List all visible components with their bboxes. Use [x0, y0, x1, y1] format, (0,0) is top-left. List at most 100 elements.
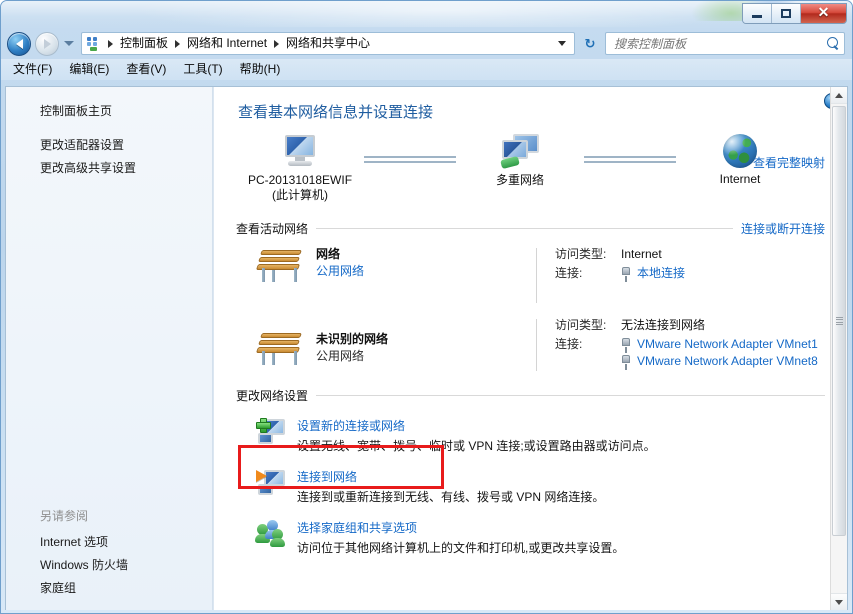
connection-name[interactable]: 本地连接 [637, 265, 685, 282]
active-networks-header: 查看活动网络 连接或断开连接 [236, 220, 825, 237]
breadcrumb-item-2[interactable]: 网络和共享中心 [283, 35, 373, 52]
recent-pages-dropdown-icon[interactable] [64, 41, 74, 46]
sidebar-item-change-advanced-sharing[interactable]: 更改高级共享设置 [6, 157, 213, 180]
connection-item[interactable]: VMware Network Adapter VMnet8 [621, 353, 818, 370]
content-area: 控制面板主页 更改适配器设置 更改高级共享设置 另请参阅 Internet 选项… [5, 86, 848, 610]
network-location-type[interactable]: 公用网络 [316, 347, 388, 365]
back-button[interactable] [7, 31, 31, 56]
computer-name-label: PC-20131018EWIF [247, 173, 353, 187]
setting-item-connect-to-network[interactable]: 连接到网络 连接到或重新连接到无线、有线、拨号或 VPN 网络连接。 [236, 456, 825, 507]
close-button[interactable]: ✕ [801, 4, 846, 23]
menu-tools[interactable]: 工具(T) [183, 59, 222, 80]
multiple-networks-icon [499, 133, 541, 170]
connection-name[interactable]: VMware Network Adapter VMnet1 [637, 336, 818, 353]
menu-view[interactable]: 查看(V) [126, 59, 166, 80]
public-network-bench-icon [252, 329, 304, 369]
connection-item[interactable]: VMware Network Adapter VMnet1 [621, 336, 818, 353]
internet-label: Internet [719, 172, 761, 186]
explorer-window: ✕ 控制面板 网络和 Internet 网络和共享中心 ↻ 搜索控制面板 文件(… [0, 0, 853, 614]
menu-edit[interactable]: 编辑(E) [69, 59, 109, 80]
close-icon: ✕ [817, 5, 830, 21]
setting-description: 访问位于其他网络计算机上的文件和打印机,或更改共享设置。 [297, 541, 625, 555]
setting-item-homegroup[interactable]: 选择家庭组和共享选项 访问位于其他网络计算机上的文件和打印机,或更改共享设置。 [236, 507, 825, 558]
breadcrumb-separator-icon [175, 39, 181, 48]
see-also-heading: 另请参阅 [40, 509, 89, 523]
sidebar-item-change-adapter-settings[interactable]: 更改适配器设置 [6, 134, 213, 157]
sidebar-item-internet-options[interactable]: Internet 选项 [6, 531, 212, 554]
search-input[interactable] [614, 36, 823, 51]
new-connection-icon [256, 418, 286, 446]
breadcrumb-item-0[interactable]: 控制面板 [117, 35, 171, 52]
header-rule [316, 395, 825, 396]
public-network-bench-icon [252, 246, 304, 286]
access-type-label: 访问类型: [555, 318, 607, 332]
network-details: 访问类型: 无法连接到网络 连接: VMware Network Adapter… [555, 317, 825, 373]
sidebar-item-windows-firewall[interactable]: Windows 防火墙 [6, 554, 212, 577]
connections-row: 连接: VMware Network Adapter VMnet1 VMware… [555, 336, 825, 370]
setting-description: 连接到或重新连接到无线、有线、拨号或 VPN 网络连接。 [297, 490, 605, 504]
main-content: ? 查看基本网络信息并设置连接 PC-20131018EWIF (此计算机) [214, 87, 847, 558]
computer-sublabel: (此计算机) [272, 188, 328, 202]
row-divider [536, 248, 537, 303]
setting-title[interactable]: 选择家庭组和共享选项 [297, 520, 624, 537]
network-map-node-multiple-networks[interactable]: 多重网络 [456, 133, 584, 188]
search-box[interactable] [605, 32, 845, 55]
arrow-left-icon [15, 38, 23, 49]
view-full-map-link[interactable]: 查看完整映射 [753, 154, 825, 171]
active-network-row: 未识别的网络 公用网络 访问类型: 无法连接到网络 连接: VMware Net… [236, 305, 825, 373]
chevron-down-icon [835, 599, 843, 605]
connect-network-icon [256, 469, 286, 497]
scroll-up-button[interactable] [831, 87, 847, 104]
setting-item-new-connection[interactable]: 设置新的连接或网络 设置无线、宽带、拨号、临时或 VPN 连接;或设置路由器或访… [236, 410, 825, 456]
setting-title[interactable]: 连接到网络 [297, 469, 604, 486]
row-divider [536, 319, 537, 371]
control-panel-icon [86, 36, 102, 51]
forward-button[interactable] [35, 31, 59, 56]
network-details: 访问类型: Internet 连接: 本地连接 [555, 246, 825, 305]
connection-item[interactable]: 本地连接 [621, 265, 685, 282]
sidebar-item-control-panel-home[interactable]: 控制面板主页 [6, 100, 213, 123]
scrollbar-grip-icon [835, 315, 843, 327]
menu-help[interactable]: 帮助(H) [240, 59, 281, 80]
breadcrumb-item-1[interactable]: 网络和 Internet [184, 35, 270, 52]
access-type-value: 无法连接到网络 [621, 318, 706, 332]
network-name: 未识别的网络 [316, 332, 389, 346]
main-panel: ? 查看基本网络信息并设置连接 PC-20131018EWIF (此计算机) [214, 87, 847, 610]
computer-icon [280, 133, 320, 169]
scrollbar-thumb[interactable] [832, 106, 846, 536]
scrollbar-track[interactable] [831, 104, 847, 593]
connections-label: 连接: [555, 266, 583, 280]
connections-list: VMware Network Adapter VMnet1 VMware Net… [621, 336, 818, 370]
address-bar[interactable]: 控制面板 网络和 Internet 网络和共享中心 [81, 32, 575, 55]
maximize-button[interactable] [772, 4, 801, 23]
title-bar: ✕ [1, 1, 852, 28]
connection-name[interactable]: VMware Network Adapter VMnet8 [637, 353, 818, 370]
network-plug-icon [621, 267, 631, 282]
access-type-row: 访问类型: 无法连接到网络 [555, 317, 825, 334]
active-networks-title: 查看活动网络 [236, 222, 309, 236]
address-bar-row: 控制面板 网络和 Internet 网络和共享中心 ↻ [1, 28, 852, 59]
minimize-button[interactable] [743, 4, 772, 23]
menu-file[interactable]: 文件(F) [13, 59, 52, 80]
access-type-label: 访问类型: [555, 247, 607, 261]
setting-text: 设置新的连接或网络 设置无线、宽带、拨号、临时或 VPN 连接;或设置路由器或访… [297, 418, 656, 456]
scroll-down-button[interactable] [831, 593, 847, 610]
network-map-node-computer[interactable]: PC-20131018EWIF (此计算机) [236, 133, 364, 203]
setting-title[interactable]: 设置新的连接或网络 [297, 418, 656, 435]
connect-or-disconnect-link[interactable]: 连接或断开连接 [741, 220, 825, 237]
multiple-networks-label: 多重网络 [495, 173, 544, 187]
network-identity-text: 未识别的网络 公用网络 [316, 331, 388, 365]
vertical-scrollbar[interactable] [830, 87, 847, 610]
setting-description: 设置无线、宽带、拨号、临时或 VPN 连接;或设置路由器或访问点。 [297, 439, 656, 453]
header-rule [316, 228, 733, 229]
network-location-type[interactable]: 公用网络 [316, 262, 364, 280]
window-controls: ✕ [742, 3, 847, 24]
refresh-button[interactable]: ↻ [579, 32, 601, 55]
menu-bar: 文件(F) 编辑(E) 查看(V) 工具(T) 帮助(H) [1, 59, 852, 80]
network-identity[interactable]: 未识别的网络 公用网络 [236, 317, 536, 373]
network-identity[interactable]: 网络 公用网络 [236, 246, 536, 305]
access-type-value: Internet [621, 247, 662, 261]
network-plug-icon [621, 338, 631, 353]
address-dropdown-icon[interactable] [558, 41, 566, 46]
sidebar-item-homegroup[interactable]: 家庭组 [6, 577, 212, 600]
